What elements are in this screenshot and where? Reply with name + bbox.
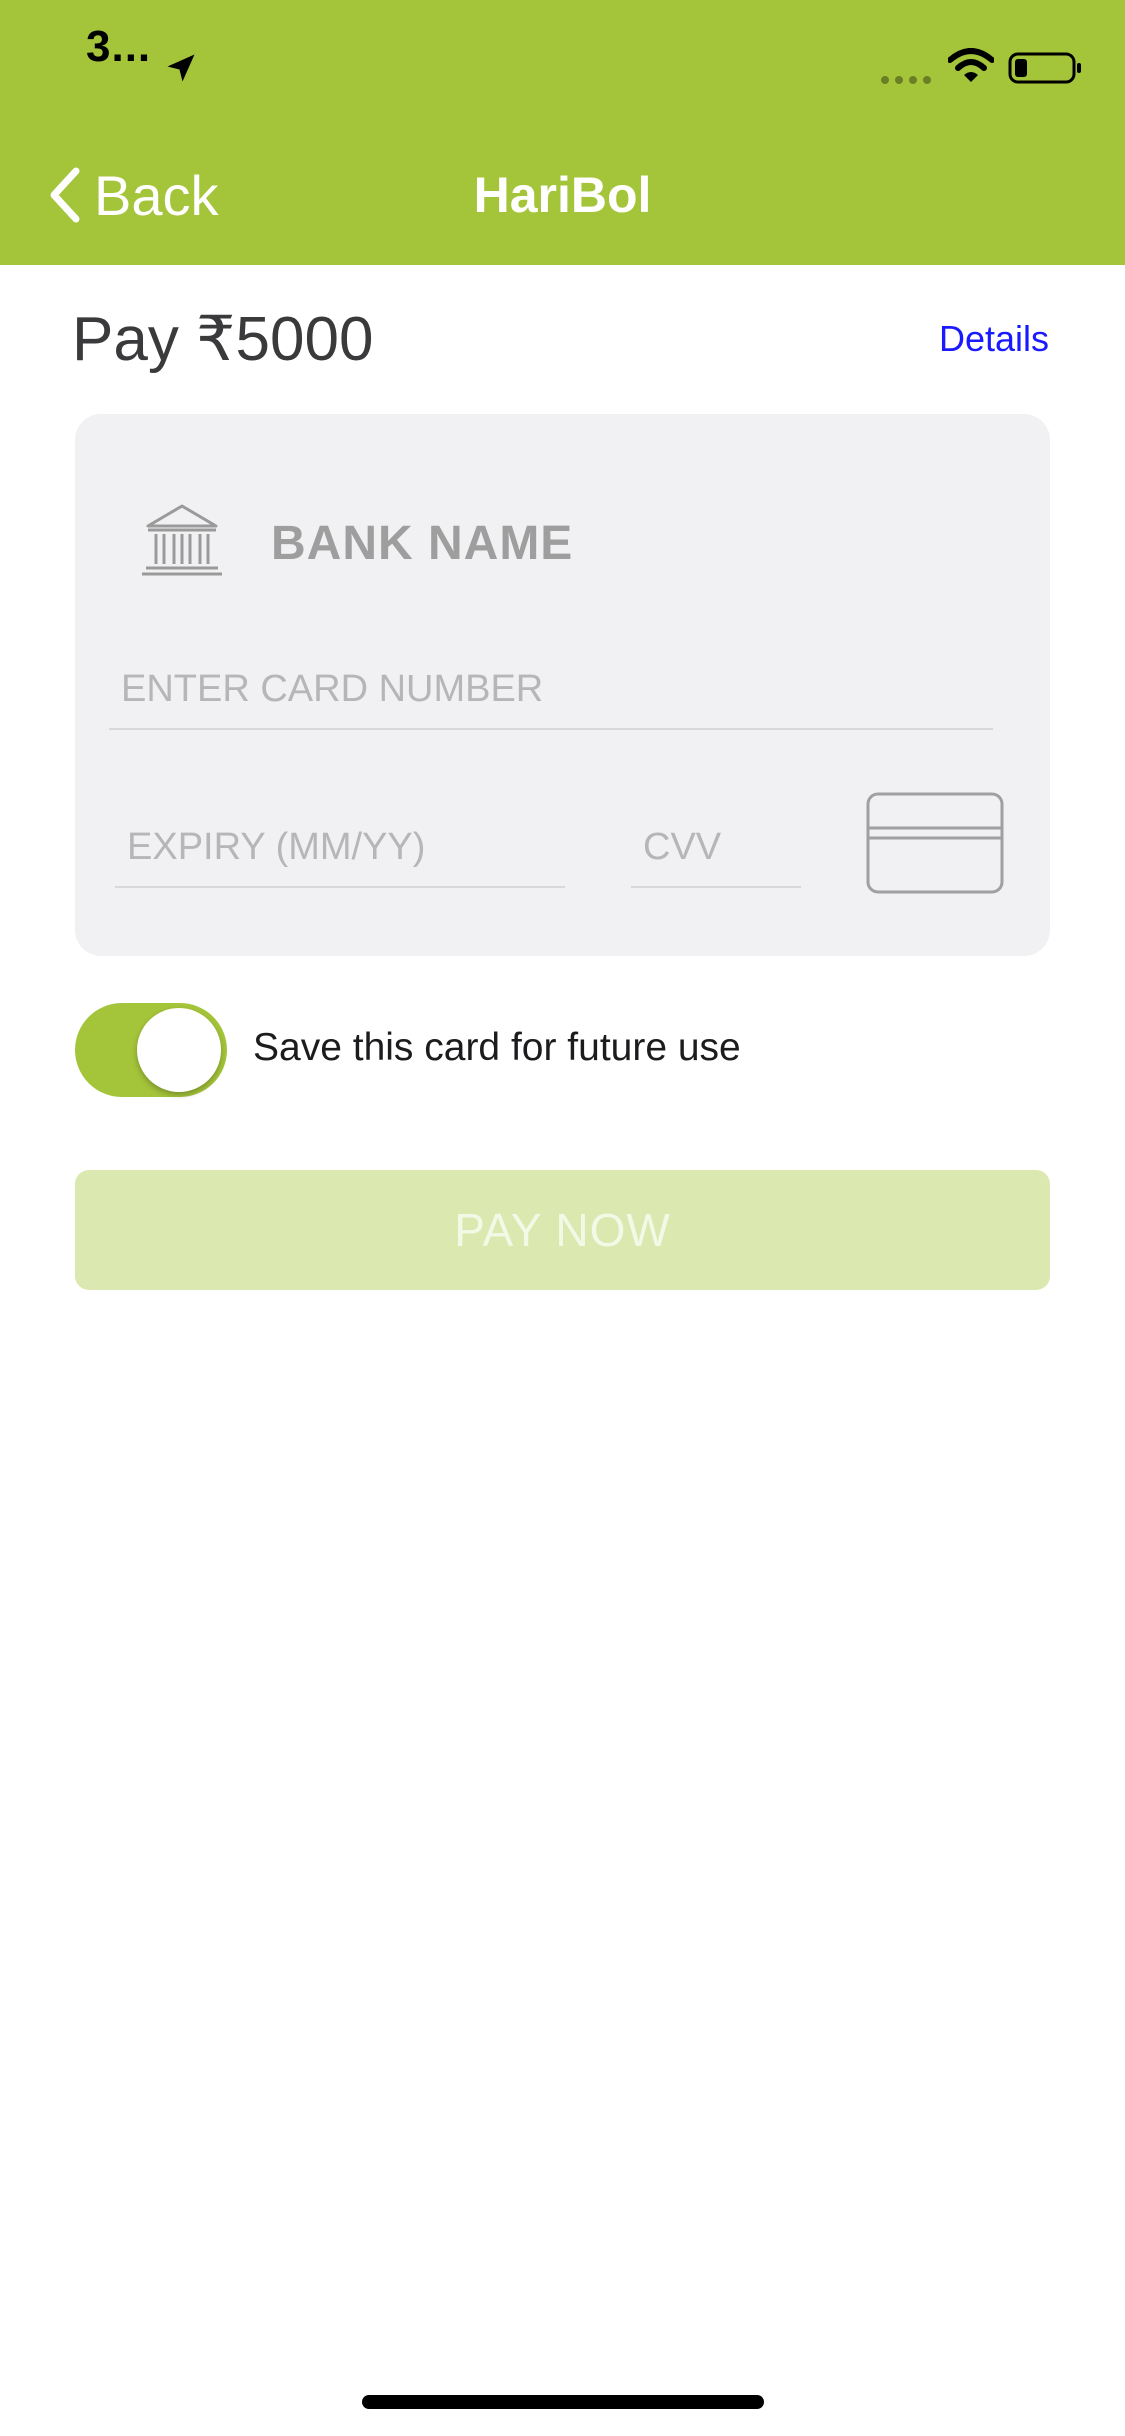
credit-card-icon <box>866 792 1004 894</box>
expiry-input[interactable] <box>115 808 565 888</box>
home-indicator <box>362 2395 764 2409</box>
location-arrow-icon <box>167 54 195 82</box>
page-title: HariBol <box>473 167 652 223</box>
signal-dots-icon <box>881 76 931 84</box>
save-card-toggle[interactable] <box>75 1003 227 1097</box>
battery-low-icon <box>1008 52 1081 84</box>
bank-icon <box>142 504 222 576</box>
toggle-knob <box>137 1008 221 1092</box>
pay-now-button[interactable]: PAY NOW <box>75 1170 1050 1290</box>
pay-amount: Pay ₹5000 <box>72 305 374 374</box>
details-link[interactable]: Details <box>939 318 1049 360</box>
save-card-label: Save this card for future use <box>253 1026 741 1069</box>
wifi-icon <box>948 48 994 82</box>
card-number-input[interactable] <box>109 650 993 730</box>
status-time: 3... <box>86 22 152 71</box>
cvv-input[interactable] <box>631 808 801 888</box>
nav-bar: 3... Back HariBol <box>0 0 1125 265</box>
bank-name: BANK NAME <box>271 517 574 570</box>
